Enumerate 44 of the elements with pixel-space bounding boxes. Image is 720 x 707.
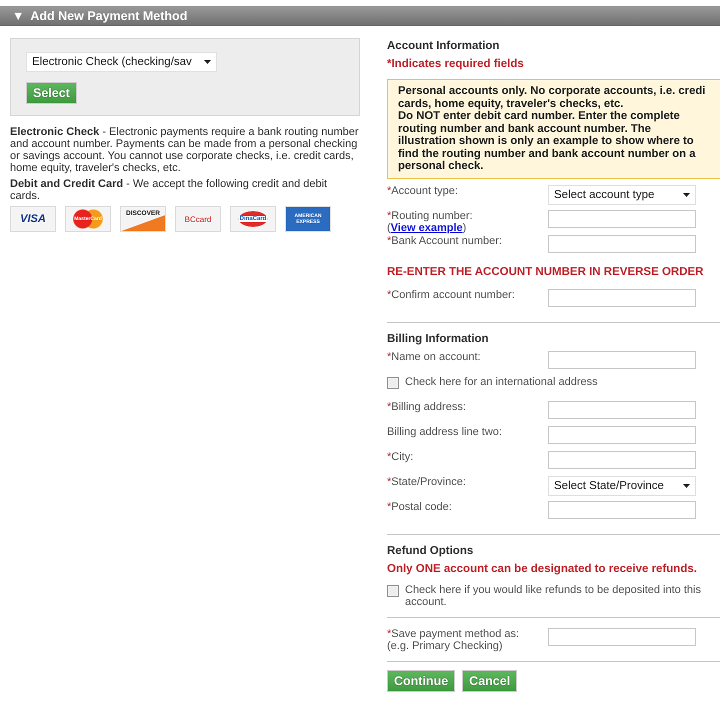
- view-example-link[interactable]: View example: [390, 222, 463, 234]
- alert-text: Only ONE account can be designated to receive refunds.: [387, 562, 698, 574]
- alert-text: *Indicates required fields: [387, 58, 525, 70]
- alert-text: RE-ENTER THE ACCOUNT NUMBER IN REVERSE ORDER: [387, 266, 704, 278]
- input-field[interactable]: [548, 500, 696, 518]
- field-label: *Billing address:: [387, 400, 467, 412]
- input-field[interactable]: [548, 288, 696, 306]
- caret-icon: [204, 60, 211, 64]
- select-dropdown[interactable]: Select State/Province: [548, 476, 696, 496]
- field-label: Billing address line two:: [387, 426, 503, 438]
- select-dropdown[interactable]: Select account type: [548, 184, 696, 204]
- input-field[interactable]: [548, 210, 696, 228]
- checkbox[interactable]: [387, 584, 399, 596]
- input-field[interactable]: [548, 450, 696, 468]
- checkbox-label: Check here for an international address: [405, 376, 598, 388]
- input-field[interactable]: [548, 426, 696, 444]
- field-label: *Account type:: [387, 184, 459, 196]
- checkbox[interactable]: [387, 376, 399, 388]
- method-dropdown[interactable]: Electronic Check (checking/sav: [26, 52, 217, 72]
- input-field[interactable]: [548, 350, 696, 368]
- field-label: *Bank Account number:: [387, 234, 503, 246]
- input-field[interactable]: [548, 628, 696, 646]
- field-label: *Postal code:: [387, 500, 453, 512]
- input-field[interactable]: [548, 234, 696, 252]
- field-label: *State/Province:: [387, 476, 467, 488]
- field-label: *Save payment method as: (e.g. Primary Checking): [387, 628, 520, 652]
- input-field[interactable]: [548, 400, 696, 418]
- notice-box: Personal accounts only. No corporate accounts, i.e. credi cards, home equity, traveler's checks, etc. Do NOT enter debit card number. Enter the complete routing number and bank account number. The illustration shown is only an example to show where to find the routing number and bank account number on a personal check.: [387, 79, 720, 178]
- bccard-logo: BCcard: [175, 206, 221, 232]
- section-heading: Refund Options: [387, 544, 474, 556]
- header-title: Add New Payment Method: [30, 9, 188, 23]
- section-heading: Billing Information: [387, 332, 490, 344]
- visa-logo: VISA: [10, 206, 56, 232]
- field-label: *City:: [387, 450, 414, 462]
- method-description: Electronic Check - Electronic payments require a bank routing number and account number. Payments can be made from a personal checking or savings account. You cannot use corporate checks, i.e. credit cards, home equity, traveler's checks, etc.: [10, 126, 360, 174]
- field-label: *Routing number: (View example): [387, 210, 474, 234]
- field-label: *Name on account:: [387, 350, 482, 362]
- field-label: *Confirm account number:: [387, 288, 516, 300]
- section-heading: Account Information: [387, 40, 500, 52]
- method-description: Debit and Credit Card - We accept the following credit and debit cards.: [10, 178, 328, 202]
- checkbox-label: Check here if you would like refunds to be deposited into this account.: [405, 584, 702, 608]
- caret-icon: [683, 484, 690, 488]
- collapse-arrow[interactable]: ▼: [12, 9, 24, 23]
- caret-icon: [683, 192, 690, 196]
